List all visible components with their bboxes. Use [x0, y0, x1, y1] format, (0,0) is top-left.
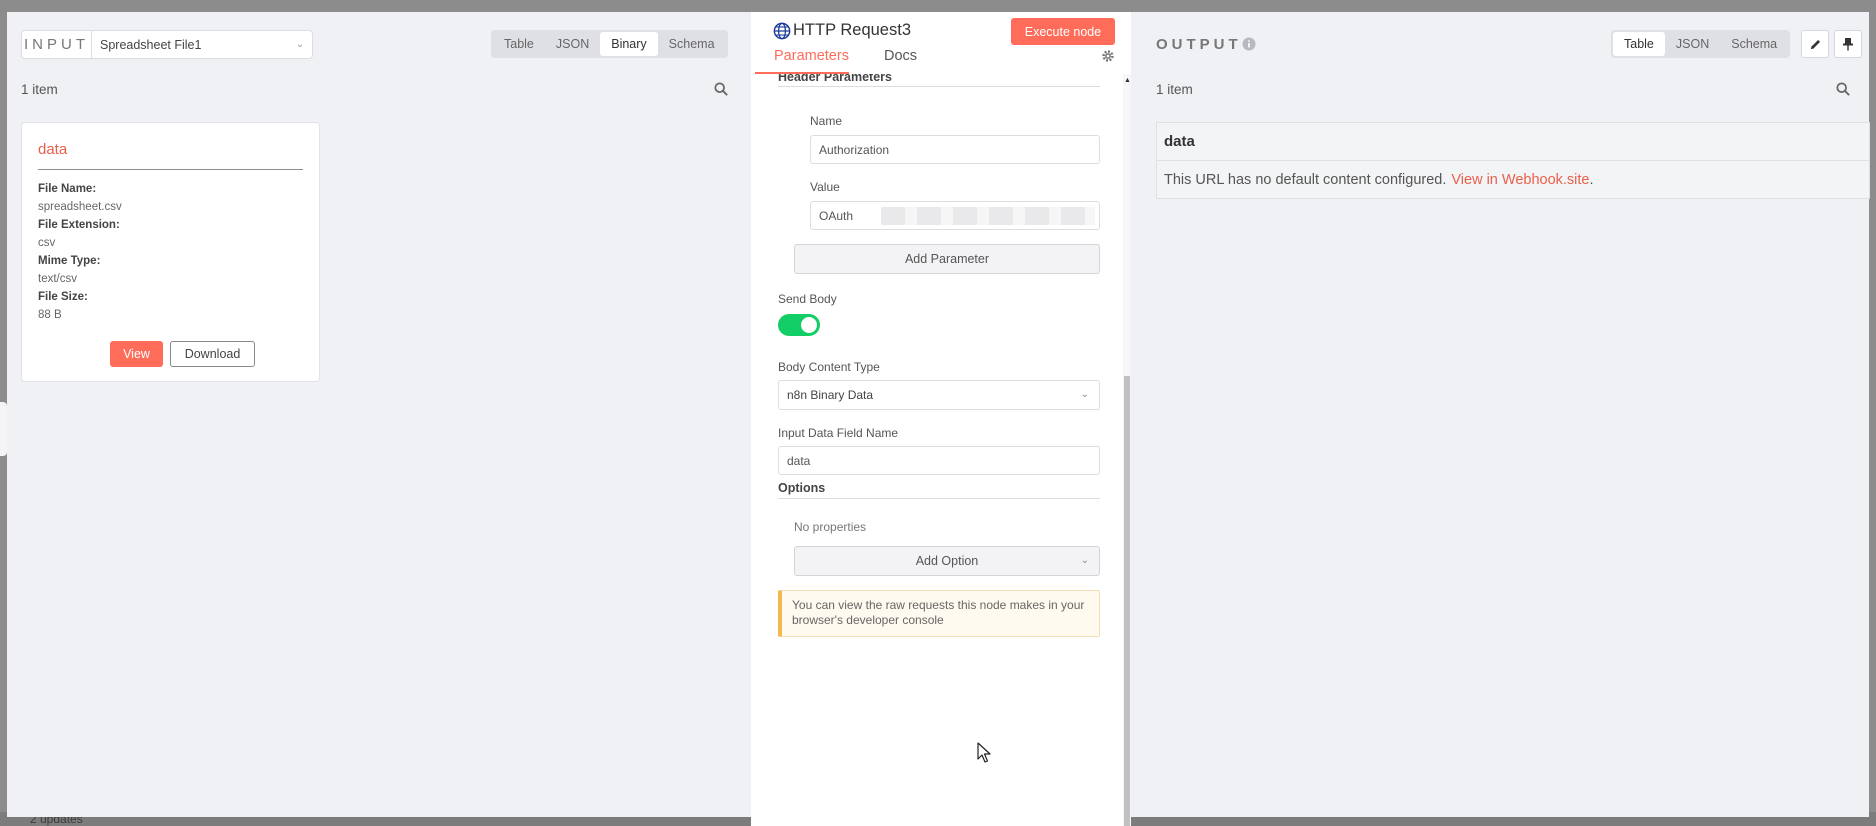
body-content-type-value: n8n Binary Data [787, 388, 874, 402]
input-tab-schema[interactable]: Schema [658, 32, 726, 56]
input-data-field-input[interactable]: data [778, 446, 1100, 475]
pin-icon [1843, 38, 1853, 51]
input-item-count: 1 item [21, 82, 58, 97]
output-table: data This URL has no default content con… [1156, 122, 1870, 199]
output-tab-table[interactable]: Table [1613, 32, 1665, 56]
body-content-type-select[interactable]: n8n Binary Data ⌄ [778, 380, 1100, 410]
options-title: Options [778, 481, 826, 495]
tab-parameters[interactable]: Parameters [774, 48, 849, 64]
header-value-input[interactable]: OAuth [810, 201, 1100, 230]
execute-node-button[interactable]: Execute node [1011, 18, 1115, 45]
input-panel-label: INPUT [22, 31, 92, 58]
output-view-switcher: Table JSON Schema [1611, 30, 1791, 58]
add-option-button[interactable]: Add Option ⌄ [794, 546, 1100, 576]
output-panel-label: OUTPUT [1156, 36, 1242, 53]
file-size-value: 88 B [38, 309, 62, 321]
body-content-type-label: Body Content Type [778, 360, 880, 374]
chevron-down-icon: ⌄ [1080, 555, 1089, 566]
node-parameters-panel: HTTP Request3 Execute node Parameters Do… [751, 12, 1131, 826]
input-tab-binary[interactable]: Binary [600, 32, 658, 56]
chevron-down-icon: ⌄ [1080, 389, 1089, 400]
search-icon[interactable] [714, 82, 728, 96]
scrollbar-thumb[interactable] [1124, 376, 1130, 826]
view-button[interactable]: View [110, 341, 163, 367]
file-size-label: File Size: [38, 291, 88, 303]
tab-docs[interactable]: Docs [884, 48, 917, 64]
file-ext-value: csv [38, 237, 56, 249]
header-name-label: Name [810, 114, 843, 128]
send-body-label: Send Body [778, 292, 837, 306]
no-properties-text: No properties [794, 520, 867, 534]
add-parameter-button[interactable]: Add Parameter [794, 244, 1100, 274]
divider [778, 86, 1100, 87]
parameters-scroll-area: Header Parameters Name Authorization Val… [751, 74, 1123, 826]
mime-type-value: text/csv [38, 273, 77, 285]
send-body-toggle[interactable] [778, 314, 820, 336]
input-view-switcher: Table JSON Binary Schema [491, 30, 728, 58]
mime-type-label: Mime Type: [38, 255, 101, 267]
toggle-knob [801, 317, 817, 333]
search-icon[interactable] [1836, 82, 1850, 96]
pin-data-button[interactable] [1834, 30, 1862, 58]
input-panel: INPUT Spreadsheet File1 ⌄ Table JSON Bin… [7, 12, 751, 817]
input-tab-table[interactable]: Table [493, 32, 545, 56]
header-value-prefix: OAuth [819, 208, 854, 223]
output-tab-schema[interactable]: Schema [1720, 32, 1788, 56]
binary-card-title: data [38, 141, 68, 158]
output-column-header: data [1157, 123, 1869, 161]
edit-output-button[interactable] [1801, 30, 1829, 58]
input-tab-json[interactable]: JSON [545, 32, 600, 56]
output-cell-text: This URL has no default content configur… [1164, 172, 1447, 188]
output-cell-suffix: . [1589, 172, 1594, 188]
globe-icon [773, 22, 791, 40]
chevron-down-icon: ⌄ [295, 39, 305, 50]
divider [38, 169, 303, 170]
binary-data-card: data File Name: spreadsheet.csv File Ext… [21, 122, 320, 382]
file-name-label: File Name: [38, 183, 97, 195]
output-item-count: 1 item [1156, 82, 1193, 97]
node-title[interactable]: HTTP Request3 [793, 21, 911, 40]
download-button[interactable]: Download [170, 341, 255, 367]
developer-console-notice: You can view the raw requests this node … [778, 590, 1100, 637]
binary-metadata: File Name: spreadsheet.csv File Extensio… [38, 180, 122, 324]
canvas-side-handle [0, 402, 7, 456]
output-panel: OUTPUT Table JSON Schema 1 item data Thi… [1131, 12, 1870, 817]
output-table-cell: This URL has no default content configur… [1157, 161, 1869, 199]
header-name-input[interactable]: Authorization [810, 135, 1100, 164]
file-name-value: spreadsheet.csv [38, 201, 122, 213]
add-option-label: Add Option [915, 554, 979, 568]
header-name-value: Authorization [819, 142, 890, 157]
info-icon[interactable] [1242, 37, 1256, 51]
header-value-label: Value [810, 180, 840, 194]
scroll-up-arrow-icon[interactable]: ▲ [1124, 77, 1131, 84]
output-tab-json[interactable]: JSON [1665, 32, 1720, 56]
node-details-modal: INPUT Spreadsheet File1 ⌄ Table JSON Bin… [7, 12, 1870, 826]
gear-icon[interactable] [1101, 49, 1115, 63]
mouse-cursor-icon [977, 742, 991, 763]
input-data-field-label: Input Data Field Name [778, 426, 899, 440]
input-data-field-value: data [787, 453, 811, 468]
input-node-select-value: Spreadsheet File1 [100, 37, 202, 52]
pencil-icon [1810, 39, 1820, 49]
input-node-select[interactable]: INPUT Spreadsheet File1 ⌄ [21, 30, 313, 59]
webhook-site-link[interactable]: View in Webhook.site [1451, 172, 1589, 188]
file-ext-label: File Extension: [38, 219, 120, 231]
divider [778, 498, 1100, 499]
redacted-token [881, 207, 1095, 225]
header-parameters-title: Header Parameters [778, 74, 892, 84]
